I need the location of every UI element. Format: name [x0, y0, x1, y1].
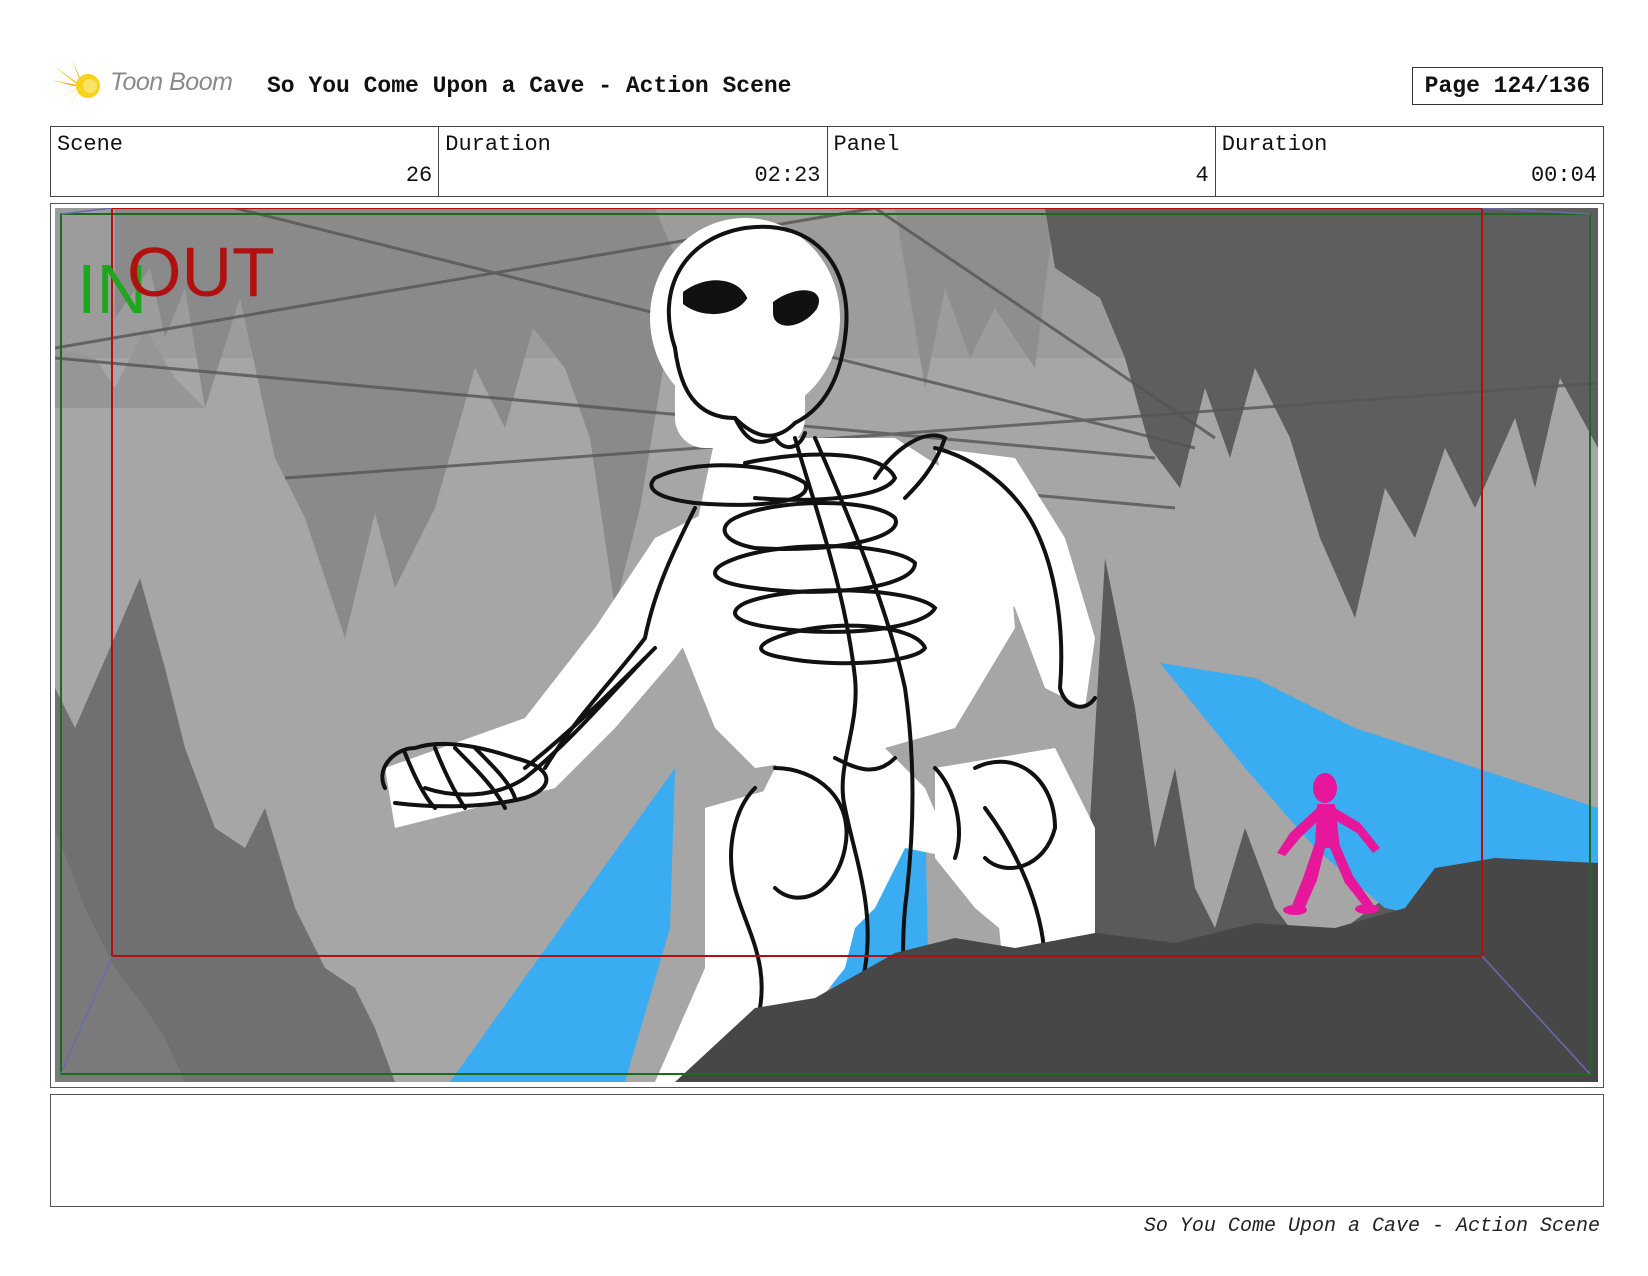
panel-cell: Panel 4: [828, 127, 1216, 196]
scene-value: 26: [405, 163, 433, 188]
panel-artwork: IN OUT: [55, 208, 1598, 1082]
scene-duration-cell: Duration 02:23: [439, 127, 828, 196]
footer-title: So You Come Upon a Cave - Action Scene: [1143, 1215, 1600, 1238]
logo-text: Toon Boom: [110, 68, 233, 96]
scene-duration-value: 02:23: [754, 163, 821, 188]
caption-box: [50, 1094, 1604, 1207]
panel-duration-cell: Duration 00:04: [1216, 127, 1603, 196]
panel-duration-label: Duration: [1221, 132, 1328, 157]
panel-label: Panel: [833, 132, 900, 157]
out-marker: OUT: [127, 233, 275, 311]
panel-duration-value: 00:04: [1530, 163, 1597, 188]
storyboard-panel: IN OUT: [50, 203, 1604, 1088]
scene-label: Scene: [57, 132, 124, 157]
page-number: Page 124/136: [1412, 67, 1603, 105]
scene-cell: Scene 26: [51, 127, 440, 196]
starburst-logo-icon: [52, 60, 100, 112]
scene-duration-label: Duration: [445, 132, 551, 157]
panel-value: 4: [1195, 163, 1209, 188]
toon-boom-logo: Toon Boom: [52, 58, 252, 114]
document-title: So You Come Upon a Cave - Action Scene: [267, 73, 792, 99]
scene-info-table: Scene 26 Duration 02:23 Panel 4 Duration…: [50, 126, 1604, 197]
